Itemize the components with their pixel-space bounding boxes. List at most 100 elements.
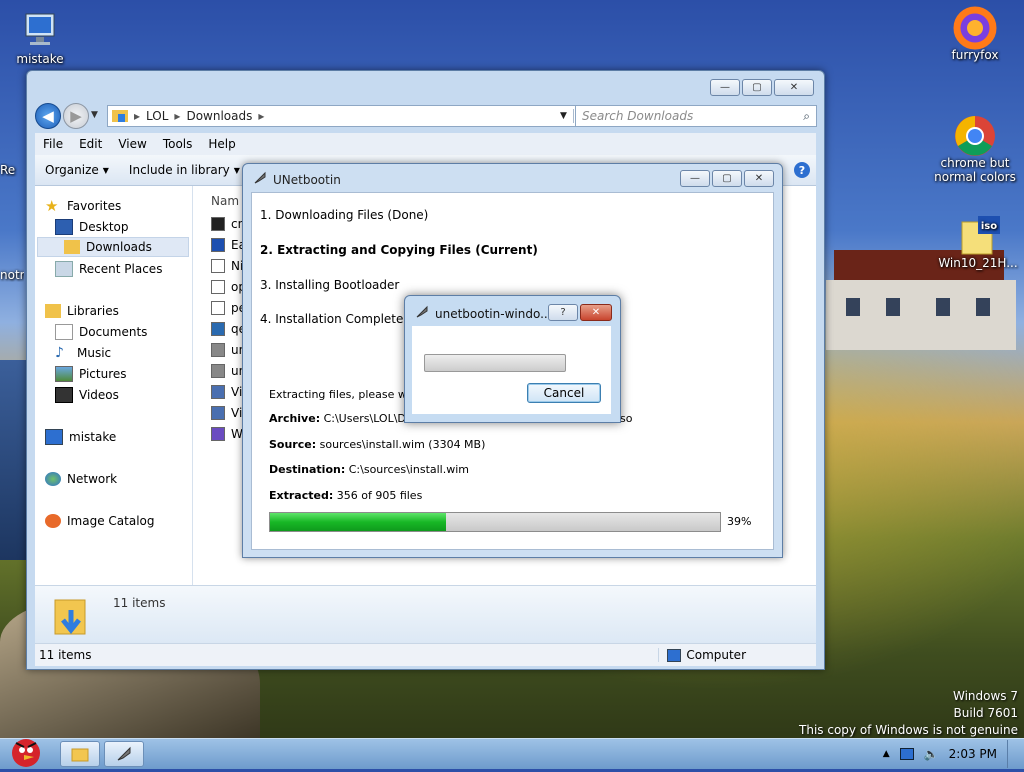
documents-icon <box>55 324 73 340</box>
nav-network[interactable]: Network <box>45 469 117 489</box>
file-row[interactable]: op <box>211 277 246 297</box>
explorer-folder-icon <box>71 748 89 762</box>
close-button[interactable]: ✕ <box>744 170 774 187</box>
address-bar[interactable]: ▸ LOL ▸ Downloads ▸ ▼ ⇆ <box>107 105 595 127</box>
maximize-button[interactable]: ▢ <box>742 79 772 96</box>
desktop-icon-label: mistake <box>16 52 64 66</box>
taskbar-unetbootin[interactable] <box>104 741 144 767</box>
breadcrumb-downloads[interactable]: Downloads <box>186 109 252 123</box>
help-button[interactable]: ? <box>548 304 578 321</box>
nav-downloads[interactable]: Downloads <box>37 237 189 257</box>
volume-icon[interactable]: 🔈 <box>924 747 939 761</box>
unetbootin-icon <box>211 364 225 378</box>
close-button[interactable]: ✕ <box>580 304 612 321</box>
menu-file[interactable]: File <box>35 137 71 151</box>
desktop-icon-furryfox[interactable]: furryfox <box>935 6 1015 62</box>
recent-pages-dropdown-icon[interactable]: ▼ <box>91 110 98 120</box>
unetbootin-window-controls: — ▢ ✕ <box>680 170 774 187</box>
nav-image-catalog[interactable]: Image Catalog <box>45 511 154 531</box>
music-icon: ♪ <box>55 345 64 361</box>
nav-documents[interactable]: Documents <box>55 322 147 342</box>
desktop-icon-partial-1[interactable]: Re <box>0 163 24 177</box>
desktop-icon-label: furryfox <box>951 48 999 62</box>
desktop-icon-chrome[interactable]: chrome but normal colors <box>930 114 1020 184</box>
file-row[interactable]: W <box>211 424 243 444</box>
navigation-pane: ★ Favorites Desktop Downloads Recent Plac… <box>35 186 193 586</box>
menu-edit[interactable]: Edit <box>71 137 110 151</box>
file-row[interactable]: Ni <box>211 256 243 276</box>
clock[interactable]: 2:03 PM <box>949 747 997 761</box>
text-icon <box>211 259 225 273</box>
cancel-button[interactable]: Cancel <box>527 383 601 403</box>
desktop-icon-partial-2[interactable]: notr <box>0 268 24 282</box>
step-extracting: 2. Extracting and Copying Files (Current… <box>260 243 538 257</box>
nav-videos[interactable]: Videos <box>55 385 119 405</box>
unetbootin-icon <box>211 343 225 357</box>
desktop-icon-iso[interactable]: iso Win10_21H... <box>935 214 1021 270</box>
start-button[interactable] <box>4 733 48 769</box>
desktop-icon-mistake[interactable]: mistake <box>0 10 80 66</box>
search-icon[interactable]: ⌕ <box>803 109 810 124</box>
file-row[interactable]: un <box>211 340 246 360</box>
desktop-icon-label: notr <box>0 268 24 282</box>
column-header-name[interactable]: Nam <box>211 194 239 208</box>
nav-label: Downloads <box>86 240 152 254</box>
progress-percent: 39% <box>727 515 752 528</box>
show-hidden-icons-icon[interactable]: ▲ <box>883 749 890 759</box>
forward-button[interactable]: ▶ <box>63 103 89 129</box>
file-row[interactable]: Ea <box>211 235 246 255</box>
taskbar-explorer[interactable] <box>60 741 100 767</box>
breadcrumb-lol[interactable]: LOL <box>146 109 168 123</box>
nav-recent-places[interactable]: Recent Places <box>55 259 162 279</box>
show-desktop-button[interactable] <box>1007 740 1020 768</box>
chrome-icon <box>953 114 997 156</box>
file-row[interactable]: pe <box>211 298 246 318</box>
unetbootin-icon <box>415 305 429 322</box>
nav-label: Network <box>67 472 118 486</box>
nav-label: Documents <box>79 325 148 339</box>
source-line: Source: sources\install.wim (3304 MB) <box>269 438 485 451</box>
network-icon[interactable] <box>899 748 914 760</box>
menu-help[interactable]: Help <box>200 137 243 151</box>
maximize-button[interactable]: ▢ <box>712 170 742 187</box>
iso-icon <box>211 238 225 252</box>
close-button[interactable]: ✕ <box>774 79 814 96</box>
vbox-icon <box>211 385 225 399</box>
desktop-icon-label: Re <box>0 163 16 177</box>
nav-libraries[interactable]: Libraries <box>45 301 119 321</box>
videos-icon <box>55 387 73 403</box>
desktop-icon-label: Win10_21H... <box>938 256 1018 270</box>
minimize-button[interactable]: — <box>710 79 740 96</box>
nav-favorites[interactable]: ★ Favorites <box>45 196 121 216</box>
computer-icon <box>667 648 682 662</box>
nav-music[interactable]: ♪ Music <box>55 343 111 363</box>
nav-desktop[interactable]: Desktop <box>55 217 129 237</box>
nav-mistake[interactable]: mistake <box>45 427 116 447</box>
back-button[interactable]: ◀ <box>35 103 61 129</box>
file-row[interactable]: un <box>211 361 246 381</box>
include-in-library-button[interactable]: Include in library ▼ <box>119 163 250 177</box>
firefox-icon <box>953 6 997 50</box>
help-icon[interactable]: ? <box>794 162 810 178</box>
organize-button[interactable]: Organize ▼ <box>35 163 119 177</box>
menu-view[interactable]: View <box>110 137 154 151</box>
status-item-count: 11 items <box>39 648 92 662</box>
file-row[interactable]: Vi <box>211 382 242 402</box>
unetbootin-icon <box>253 171 267 188</box>
unetbootin-progress-dialog: unetbootin-windo... ? ✕ Cancel <box>404 295 621 423</box>
destination-label: Destination: <box>269 463 346 476</box>
address-dropdown-icon[interactable]: ▼ <box>560 111 567 121</box>
search-input[interactable]: Search Downloads ⌕ <box>575 105 817 127</box>
nav-pictures[interactable]: Pictures <box>55 364 127 384</box>
file-row[interactable]: qe <box>211 319 246 339</box>
file-row[interactable]: cn <box>211 214 245 234</box>
minimize-button[interactable]: — <box>680 170 710 187</box>
breadcrumb-separator-icon: ▸ <box>258 109 265 123</box>
dialog-content: Cancel <box>412 326 611 414</box>
computer-icon <box>45 429 63 445</box>
file-row[interactable]: Vi <box>211 403 242 423</box>
step-downloading: 1. Downloading Files (Done) <box>260 208 429 222</box>
menu-tools[interactable]: Tools <box>155 137 201 151</box>
recent-places-icon <box>55 261 73 277</box>
network-icon <box>45 472 61 486</box>
